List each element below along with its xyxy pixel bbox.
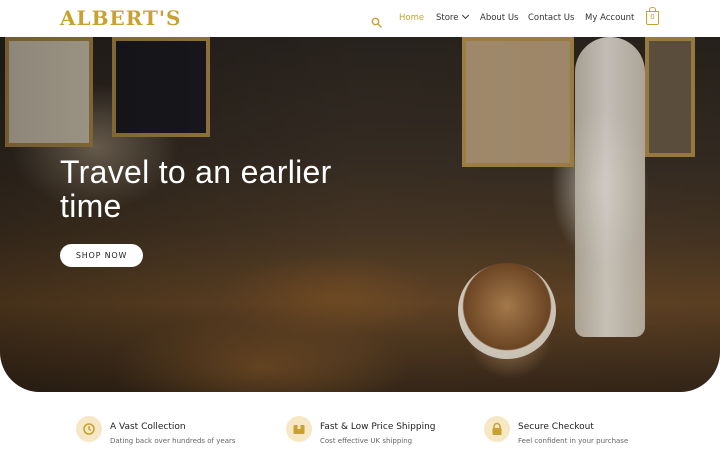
feature-text: Cost effective UK shipping [320, 437, 413, 445]
shop-now-button[interactable]: SHOP NOW [60, 244, 143, 267]
chevron-down-icon [462, 11, 470, 20]
history-icon [76, 416, 102, 442]
feature-text: Dating back over hundreds of years [110, 437, 236, 445]
lock-icon [484, 416, 510, 442]
site-header: ALBERT'S Home Store About Us Contact Us … [0, 0, 720, 37]
box-icon [286, 416, 312, 442]
feature-text: Feel confident in your purchase [518, 437, 629, 445]
nav-contact-us[interactable]: Contact Us [528, 13, 574, 24]
feature-title: A Vast Collection [110, 422, 186, 432]
hero-title: Travel to an earlier time [60, 154, 332, 224]
nav-store-label: Store [436, 13, 459, 23]
search-icon[interactable] [371, 13, 382, 28]
site-logo[interactable]: ALBERT'S [60, 6, 181, 30]
nav-my-account[interactable]: My Account [585, 13, 634, 24]
feature-title: Fast & Low Price Shipping [320, 422, 436, 432]
features-strip: A Vast Collection Dating back over hundr… [0, 392, 720, 450]
nav-about-us[interactable]: About Us [480, 13, 518, 24]
cart-icon[interactable]: 0 [646, 7, 659, 25]
hero-banner: Travel to an earlier time SHOP NOW [0, 37, 720, 392]
nav-store[interactable]: Store [436, 11, 470, 24]
feature-title: Secure Checkout [518, 422, 594, 432]
cart-count: 0 [650, 13, 655, 21]
nav-home[interactable]: Home [399, 13, 424, 24]
